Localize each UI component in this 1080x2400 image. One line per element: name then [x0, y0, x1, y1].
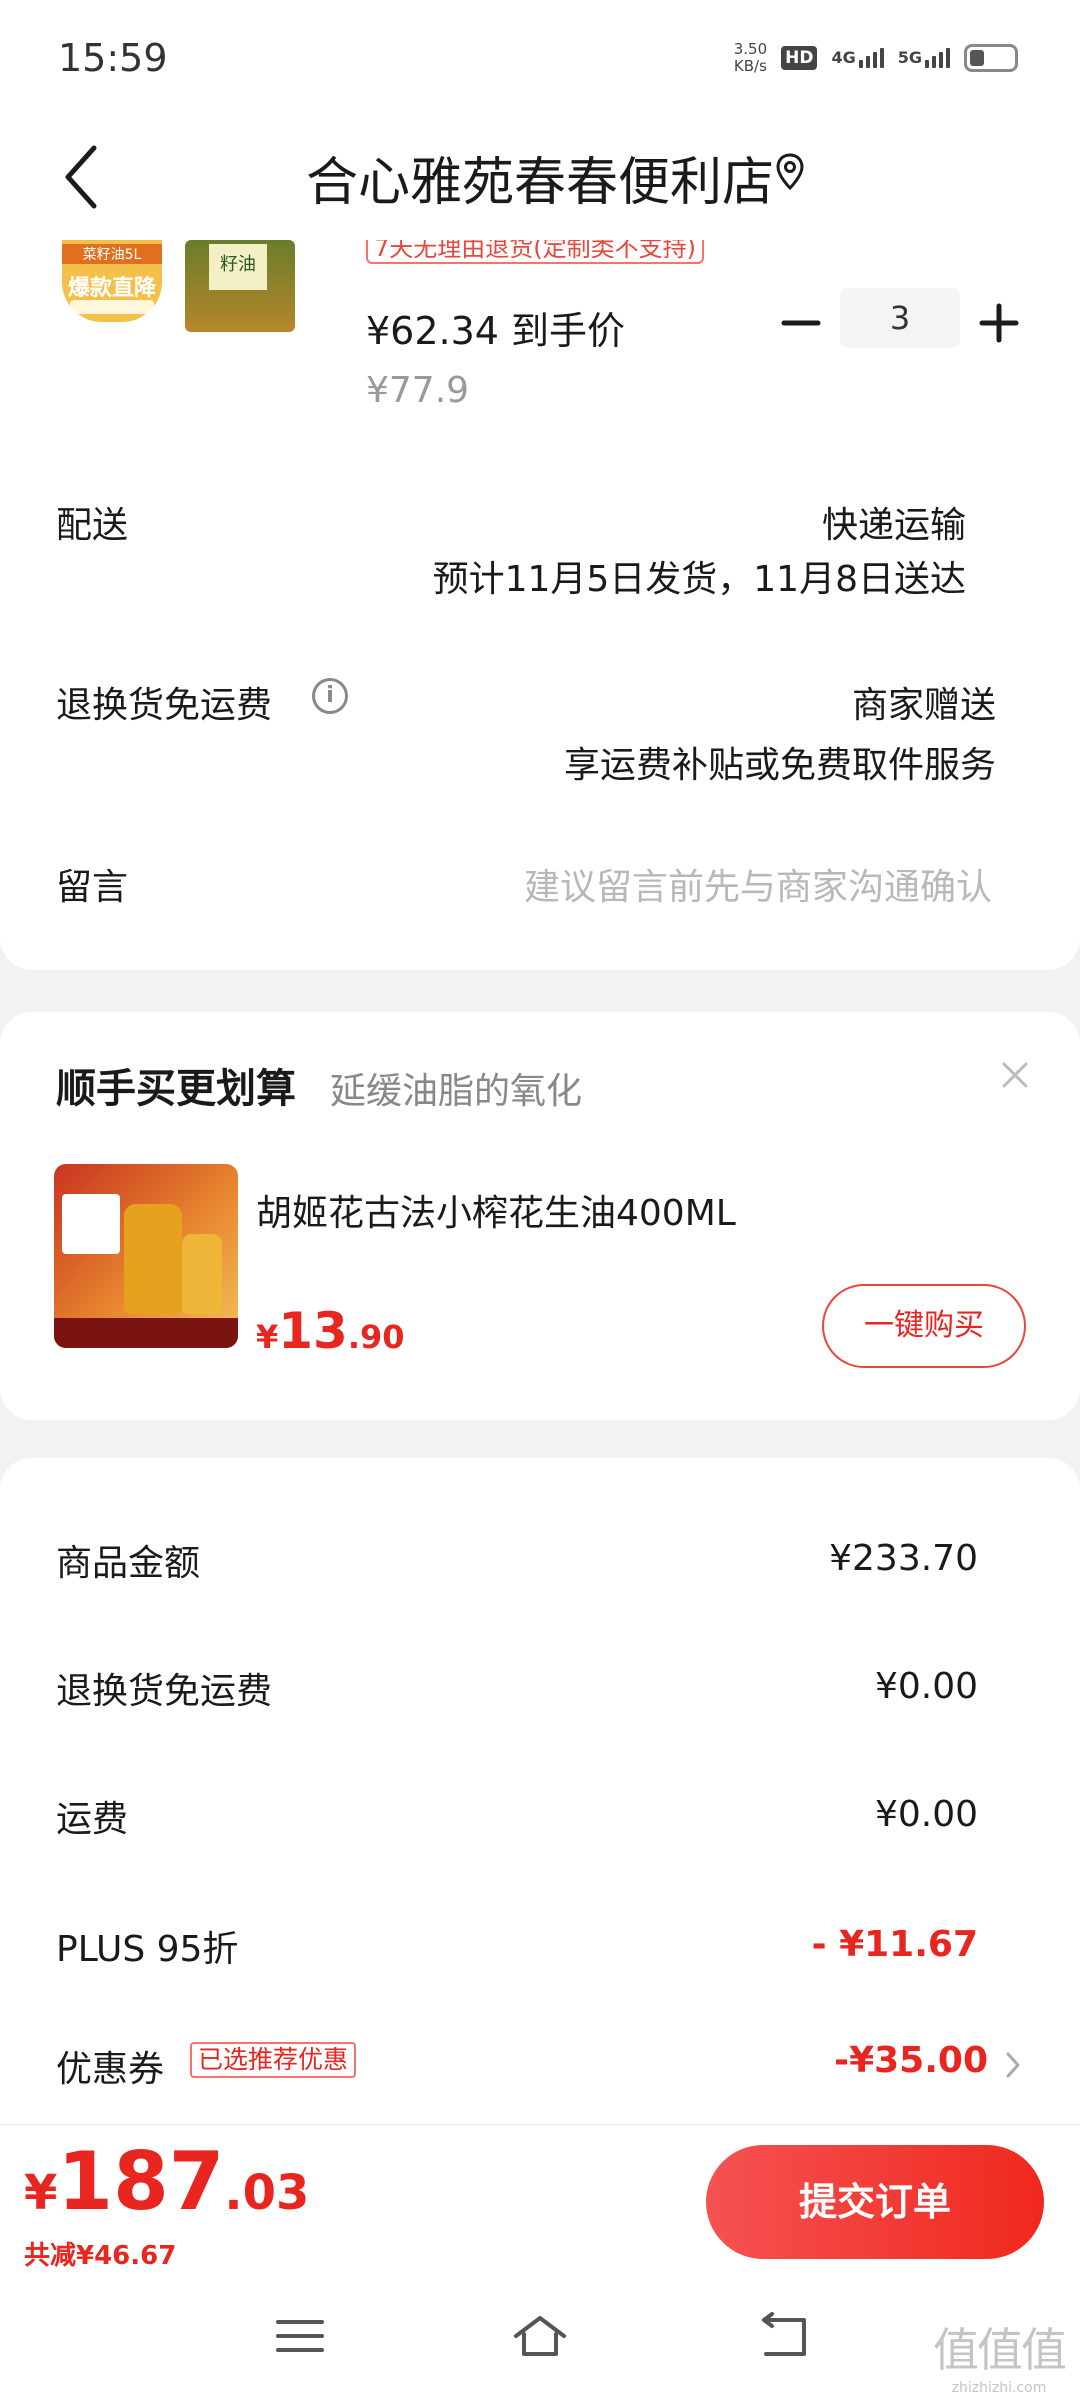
- recommend-price: ¥13.90: [256, 1302, 405, 1360]
- summary-label-return: 退换货免运费: [56, 1671, 273, 1712]
- one-click-buy-button[interactable]: 一键购买: [822, 1284, 1026, 1368]
- recommend-price-int: 13: [278, 1302, 348, 1360]
- order-detail-card: 菜籽油5L 爆款直降 籽油 7天无理由退货(定制类不支持) ¥62.34 到手价 …: [0, 240, 1080, 970]
- delivery-label: 配送: [56, 505, 129, 546]
- network-4g-label: 4G: [831, 48, 856, 67]
- signal-5g-icon: 5G: [898, 48, 950, 68]
- return-shipping-label: 退换货免运费: [56, 685, 273, 726]
- return-policy-tag: 7天无理由退货(定制类不支持): [366, 240, 704, 264]
- promo-thumb-main-label: 爆款直降: [67, 276, 156, 301]
- watermark: 值值值 zhizhizhi.com: [924, 2314, 1074, 2396]
- hd-icon: HD: [781, 46, 818, 70]
- net-speed: 3.50 KB/s: [734, 41, 767, 75]
- summary-value-return: ¥0.00: [874, 1666, 978, 1707]
- total-dec: .03: [224, 2165, 310, 2221]
- watermark-logo: 值值值: [933, 2323, 1067, 2377]
- watermark-url: zhizhizhi.com: [951, 2380, 1047, 2396]
- total-price: ¥187.03: [24, 2135, 309, 2228]
- original-price: ¥77.9: [366, 370, 470, 411]
- chevron-right-icon[interactable]: [1004, 2050, 1022, 2080]
- close-icon[interactable]: [1000, 1060, 1030, 1090]
- summary-label-coupon: 优惠券: [56, 2049, 165, 2090]
- battery-icon: [964, 44, 1018, 72]
- location-pin-icon[interactable]: [775, 152, 805, 192]
- menu-icon[interactable]: [272, 2312, 328, 2360]
- status-time: 15:59: [58, 36, 168, 80]
- recommend-card: 顺手买更划算 延缓油脂的氧化 胡姬花古法小榨花生油400ML ¥13.90 一键…: [0, 1012, 1080, 1420]
- page-title: 合心雅苑春春便利店: [305, 153, 774, 213]
- recommend-price-symbol: ¥: [256, 1318, 279, 1356]
- recommend-title: 顺手买更划算: [56, 1066, 296, 1112]
- net-speed-unit: KB/s: [733, 57, 767, 75]
- network-5g-label: 5G: [897, 48, 922, 67]
- plus-icon[interactable]: [976, 300, 1022, 346]
- status-bar: 15:59 3.50 KB/s HD 4G 5G: [0, 0, 1080, 120]
- promo-thumb-top-label: 菜籽油5L: [62, 244, 162, 264]
- quantity-stepper[interactable]: 3: [840, 288, 960, 348]
- header: 合心雅苑春春便利店: [0, 120, 1080, 240]
- product-image-promo[interactable]: 菜籽油5L 爆款直降: [62, 240, 162, 322]
- product-price: ¥62.34 到手价: [366, 300, 625, 355]
- summary-value-coupon[interactable]: -¥35.00: [834, 2040, 988, 2081]
- info-icon[interactable]: i: [312, 678, 348, 714]
- recommend-subtitle: 延缓油脂的氧化: [330, 1071, 583, 1112]
- summary-label-goods: 商品金额: [56, 1543, 201, 1584]
- product-thumb-label: 籽油: [209, 244, 267, 290]
- price-summary-card: 商品金额 ¥233.70 退换货免运费 ¥0.00 运费 ¥0.00 PLUS …: [0, 1458, 1080, 2158]
- summary-value-goods: ¥233.70: [829, 1538, 978, 1579]
- summary-value-shipping: ¥0.00: [874, 1794, 978, 1835]
- message-input[interactable]: 建议留言前先与商家沟通确认: [524, 858, 992, 910]
- price-value: ¥62.34: [366, 309, 499, 353]
- message-label: 留言: [56, 867, 129, 908]
- delivery-method[interactable]: 快递运输: [822, 496, 966, 548]
- total-symbol: ¥: [24, 2165, 58, 2221]
- coupon-badge: 已选推荐优惠: [190, 2042, 357, 2078]
- summary-label-shipping: 运费: [56, 1799, 129, 1840]
- submit-order-button[interactable]: 提交订单: [706, 2145, 1044, 2259]
- recommend-product-image[interactable]: [54, 1164, 238, 1348]
- return-shipping-value: 商家赠送: [851, 685, 996, 726]
- signal-4g-icon: 4G: [831, 48, 884, 68]
- price-suffix: 到手价: [510, 309, 625, 353]
- summary-value-plus: - ¥11.67: [811, 1924, 978, 1965]
- total-saved: 共减¥46.67: [24, 2241, 177, 2271]
- return-shipping-desc: 享运费补贴或免费取件服务: [563, 745, 996, 786]
- recommend-product-name[interactable]: 胡姬花古法小榨花生油400ML: [256, 1184, 736, 1236]
- status-icons: 3.50 KB/s HD 4G 5G: [734, 36, 1018, 80]
- product-image[interactable]: 籽油: [185, 240, 295, 332]
- total-int: 187: [57, 2135, 225, 2228]
- delivery-estimate: 预计11月5日发货，11月8日送达: [432, 559, 966, 600]
- minus-icon[interactable]: [778, 300, 824, 346]
- recommend-price-dec: .90: [347, 1318, 405, 1356]
- system-nav-bar: 值值值 zhizhizhi.com: [0, 2274, 1080, 2400]
- summary-label-plus: PLUS 95折: [56, 1929, 239, 1970]
- back-nav-icon[interactable]: [754, 2312, 810, 2360]
- checkout-bar: ¥187.03 共减¥46.67 提交订单: [0, 2124, 1080, 2274]
- net-speed-value: 3.50: [733, 40, 768, 58]
- home-icon[interactable]: [512, 2312, 568, 2360]
